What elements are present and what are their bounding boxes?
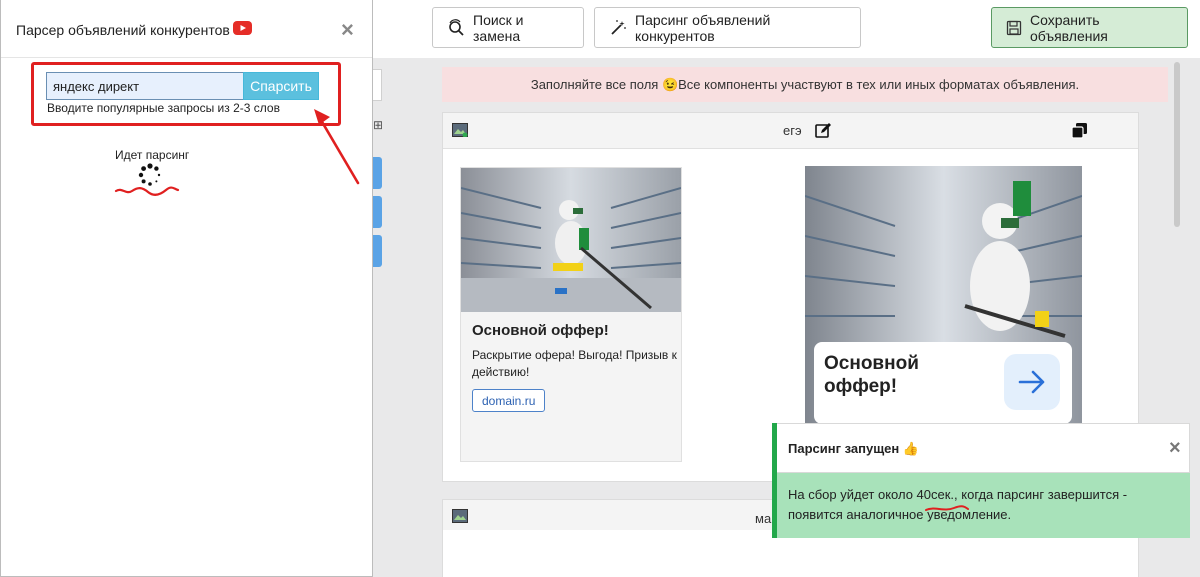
modal-header: Парсер объявлений конкурентов ×	[1, 0, 372, 58]
parsing-status: Идет парсинг	[115, 148, 190, 162]
search-replace-button[interactable]: Поиск и замена	[432, 7, 584, 48]
hidden-input-edge	[373, 69, 382, 101]
arrow-right-button[interactable]	[1004, 354, 1060, 410]
annotation-arrow	[314, 109, 360, 185]
save-ads-label: Сохранить объявления	[1030, 11, 1108, 44]
parse-competitors-button[interactable]: Парсинг объявлений конкурентов	[594, 7, 861, 48]
ad-overlay-card: Основной оффер!	[814, 342, 1072, 424]
save-ads-button[interactable]: Сохранить объявления	[991, 7, 1188, 48]
ad-headline: Основной оффер!	[472, 322, 609, 339]
image-thumbnail-icon[interactable]	[452, 509, 468, 523]
notification-toast: Парсинг запущен 👍 × На сбор уйдет около …	[772, 423, 1190, 538]
floppy-disk-icon	[1006, 20, 1022, 35]
top-toolbar: Поиск и замена Парсинг объявлений конкур…	[373, 0, 1200, 58]
ad-preview-small: Основной оффер! Раскрытие офера! Выгода!…	[460, 167, 682, 462]
ad-card-header: егэ	[443, 113, 1138, 149]
annotation-highlight-box	[31, 62, 341, 126]
close-icon[interactable]: ×	[1169, 438, 1181, 458]
arrow-right-icon	[1018, 370, 1045, 394]
search-replace-label: Поиск и замена	[473, 11, 524, 44]
image-thumbnail-icon[interactable]	[452, 123, 468, 137]
toast-body: На сбор уйдет около 40сек., когда парсин…	[788, 487, 1128, 522]
annotation-underline	[114, 186, 180, 196]
ad-card-2-title: ма	[755, 511, 772, 526]
ad-domain-link[interactable]: domain.ru	[472, 389, 546, 412]
ad-large-headline: Основной оффер!	[824, 353, 919, 397]
info-banner: Заполняйте все поля 😉Все компоненты учас…	[442, 67, 1168, 102]
scrollbar-thumb[interactable]	[1174, 62, 1180, 227]
youtube-icon[interactable]	[233, 21, 252, 35]
modal-title: Парсер объявлений конкурентов	[16, 22, 230, 38]
toast-header: Парсинг запущен 👍 ×	[777, 423, 1190, 473]
hidden-button-edge	[373, 157, 382, 189]
search-replace-icon	[449, 18, 464, 36]
ad-card-title: егэ	[783, 123, 802, 138]
edit-icon[interactable]	[815, 122, 832, 139]
hidden-button-edge	[373, 235, 382, 267]
toast-title: Парсинг запущен 👍	[788, 441, 920, 456]
hidden-button-edge	[373, 196, 382, 228]
close-icon[interactable]: ×	[341, 19, 354, 41]
tree-icon: ⊞	[373, 118, 384, 132]
ad-text: Раскрытие офера! Выгода! Призыв к действ…	[472, 348, 677, 379]
info-banner-text: Заполняйте все поля 😉Все компоненты учас…	[530, 76, 1080, 92]
ad-preview-large: Основной оффер!	[805, 166, 1082, 428]
annotation-underline	[925, 505, 969, 511]
competitor-parser-modal: Парсер объявлений конкурентов × Спарсить…	[0, 0, 373, 577]
ad-image	[461, 168, 681, 312]
copy-icon[interactable]	[1071, 122, 1088, 139]
parse-competitors-label: Парсинг объявлений конкурентов	[635, 11, 771, 44]
magic-wand-icon	[611, 19, 626, 35]
